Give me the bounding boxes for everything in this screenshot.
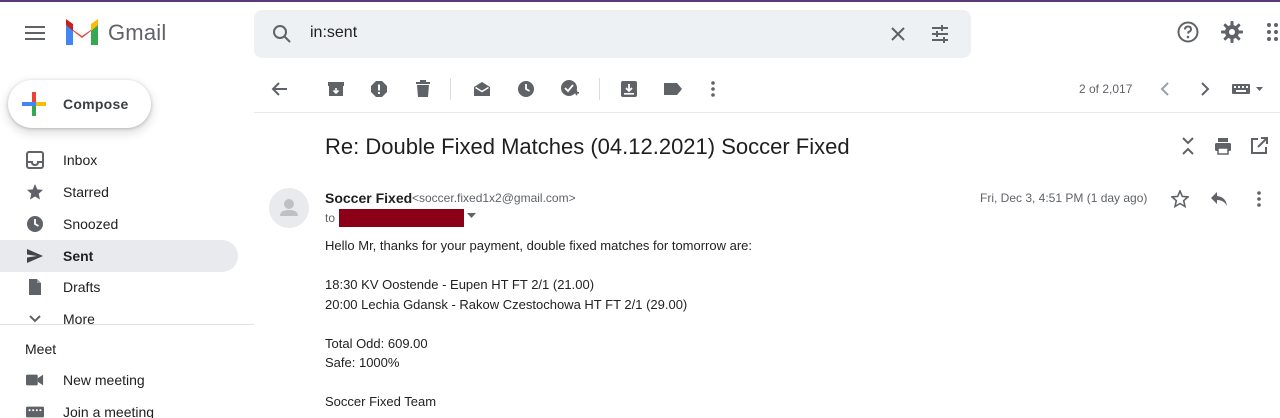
sidebar-divider [0,324,254,325]
sidebar-item-label: Starred [63,184,109,200]
toolbar-separator [450,78,451,100]
help-icon[interactable] [1176,20,1200,44]
label-tag-icon[interactable] [663,79,683,99]
recipient-redacted [339,209,464,227]
message-date: Fri, Dec 3, 4:51 PM (1 day ago) [980,191,1148,205]
inbox-icon [26,151,44,169]
send-icon [26,247,44,265]
sidebar-item-label: Sent [63,248,94,264]
compose-button[interactable]: Compose [8,80,151,128]
plus-icon [22,92,46,116]
video-icon [26,371,44,389]
reply-icon[interactable] [1209,189,1229,209]
search-options-icon[interactable] [928,22,952,46]
sidebar-item-inbox[interactable]: Inbox [0,144,238,176]
gmail-logo[interactable]: Gmail [64,18,166,48]
apps-grid-icon[interactable] [1266,20,1280,44]
report-spam-icon[interactable] [369,79,389,99]
app-name: Gmail [108,20,167,45]
person-icon [280,199,298,216]
email-body-line: Total Odd: 609.00 [325,336,428,351]
email-body-line: Soccer Fixed Team [325,394,437,409]
settings-gear-icon[interactable] [1220,20,1244,44]
show-details-dropdown-icon[interactable] [467,213,476,219]
email-body-line: Hello Mr, thanks for your payment, doubl… [325,238,753,253]
sender-avatar[interactable] [269,188,309,228]
move-to-icon[interactable] [619,79,639,99]
draft-icon [26,278,44,296]
compose-label: Compose [63,96,129,112]
email-body-line: 18:30 KV Oostende - Eupen HT FT 2/1 (21.… [325,277,595,292]
collapse-all-icon[interactable] [1178,136,1198,156]
sidebar-item-starred[interactable]: Starred [0,176,238,208]
chevron-down-icon [26,310,44,328]
email-body-line: 20:00 Lechia Gdansk - Rakow Czestochowa … [325,297,688,312]
back-arrow-icon[interactable] [270,79,290,99]
meet-item-new-meeting[interactable]: New meeting [0,364,238,396]
sidebar-item-label: Drafts [63,279,101,295]
meet-section-title: Meet [25,341,57,357]
sidebar-item-label: Snoozed [63,216,119,232]
pagination-count: 2 of 2,017 [1079,82,1133,96]
star-icon [26,183,44,201]
open-new-window-icon[interactable] [1249,136,1269,156]
recipient-to-label: to [325,211,336,225]
sender-email: <soccer.fixed1x2@gmail.com> [412,191,576,205]
gmail-m-icon [66,19,98,45]
newer-chevron-left-icon[interactable] [1155,79,1175,99]
search-bar[interactable]: in:sent [254,10,971,58]
older-chevron-right-icon[interactable] [1195,79,1215,99]
search-input[interactable]: in:sent [310,24,357,42]
sender-name[interactable]: Soccer Fixed [325,190,412,206]
mark-unread-icon[interactable] [472,79,492,99]
archive-icon[interactable] [326,79,346,99]
clear-search-icon[interactable] [886,22,910,46]
hamburger-menu-icon [25,26,45,40]
search-icon[interactable] [270,22,294,46]
sidebar-item-drafts[interactable]: Drafts [0,271,238,303]
more-options-icon[interactable] [703,79,723,99]
email-subject: Re: Double Fixed Matches (04.12.2021) So… [325,134,850,159]
main-menu-button[interactable] [18,16,52,50]
sidebar-item-more[interactable]: More [0,303,238,335]
toolbar-separator [599,78,600,100]
input-tools-keyboard-icon[interactable] [1231,79,1267,99]
meet-item-label: Join a meeting [63,404,155,418]
app-header: Gmail in:sent [0,2,1280,64]
sidebar-item-snoozed[interactable]: Snoozed [0,208,238,240]
add-task-icon[interactable] [560,79,580,99]
meet-item-join-meeting[interactable]: Join a meeting [0,396,238,418]
sidebar-item-label: Inbox [63,152,98,168]
star-message-icon[interactable] [1170,189,1190,209]
delete-trash-icon[interactable] [413,79,433,99]
snooze-clock-icon[interactable] [516,79,536,99]
toolbar-divider [254,112,1280,113]
message-more-options-icon[interactable] [1249,189,1269,209]
email-body-line: Safe: 1000% [325,355,400,370]
keyboard-icon [26,403,44,418]
clock-icon [26,215,44,233]
print-icon[interactable] [1213,136,1233,156]
sidebar-item-sent[interactable]: Sent [0,240,238,272]
meet-item-label: New meeting [63,372,145,388]
